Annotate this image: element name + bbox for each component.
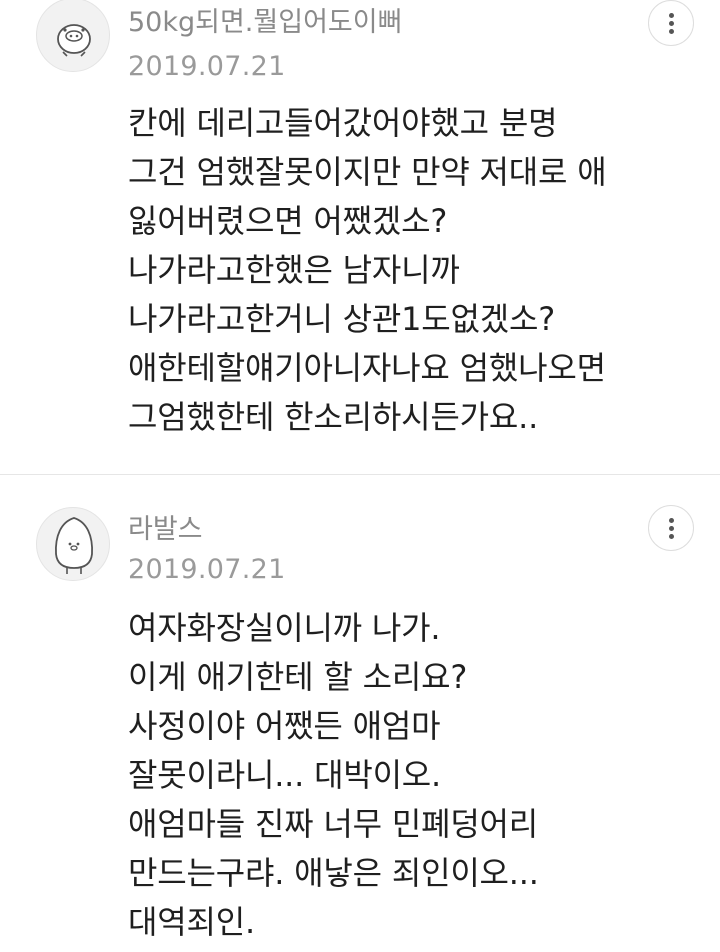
comment-author-name[interactable]: 라발스 bbox=[128, 513, 203, 547]
comment-text-line: 만드는구랴. 애낳은 죄인이오... bbox=[128, 854, 539, 892]
more-options-button[interactable] bbox=[648, 0, 694, 46]
comment-text-line: 그건 엄했잘못이지만 만약 저대로 애 bbox=[128, 153, 607, 191]
more-vertical-icon bbox=[669, 526, 674, 531]
more-vertical-icon bbox=[669, 29, 674, 34]
comment-date: 2019.07.21 bbox=[128, 554, 286, 585]
penguin-character-icon[interactable] bbox=[36, 507, 110, 581]
more-vertical-icon bbox=[669, 534, 674, 539]
pig-character-icon[interactable] bbox=[36, 0, 110, 72]
comment-text-line: 잃어버렸으면 어쨌겠소? bbox=[128, 202, 448, 240]
more-vertical-icon bbox=[669, 21, 674, 26]
comment-body: 칸에 데리고들어갔어야했고 분명 그건 엄했잘못이지만 만약 저대로 애 잃어버… bbox=[128, 99, 607, 442]
comment-text-line: 애한테할얘기아니자나요 엄했나오면 bbox=[128, 349, 606, 387]
more-vertical-icon bbox=[669, 518, 674, 523]
comment-text-line: 나가라고한했은 남자니까 bbox=[128, 251, 460, 289]
comment-text-line: 대역죄인. bbox=[128, 903, 255, 941]
comment-item: 라발스 2019.07.21 여자화장실이니까 나가. 이게 애기한테 할 소리… bbox=[0, 474, 720, 952]
comment-text-line: 이게 애기한테 할 소리요? bbox=[128, 658, 468, 696]
comment-item: 50kg되면.뭘입어도이뻐 2019.07.21 칸에 데리고들어갔어야했고 분… bbox=[0, 0, 720, 474]
comment-text-line: 나가라고한거니 상관1도없겠소? bbox=[128, 300, 556, 338]
comment-text-line: 잘못이라니... 대박이오. bbox=[128, 756, 442, 794]
comment-body: 여자화장실이니까 나가. 이게 애기한테 할 소리요? 사정이야 어쨌든 애엄마… bbox=[128, 604, 539, 947]
comment-text-line: 여자화장실이니까 나가. bbox=[128, 609, 441, 647]
comment-text-line: 그엄했한테 한소리하시든가요.. bbox=[128, 398, 539, 436]
comment-text-line: 애엄마들 진짜 너무 민폐덩어리 bbox=[128, 805, 539, 843]
comment-author-name[interactable]: 50kg되면.뭘입어도이뻐 bbox=[128, 6, 402, 40]
more-vertical-icon bbox=[669, 13, 674, 18]
comment-text-line: 사정이야 어쨌든 애엄마 bbox=[128, 707, 441, 745]
comment-date: 2019.07.21 bbox=[128, 51, 286, 82]
more-options-button[interactable] bbox=[648, 505, 694, 551]
comment-text-line: 칸에 데리고들어갔어야했고 분명 bbox=[128, 104, 558, 142]
